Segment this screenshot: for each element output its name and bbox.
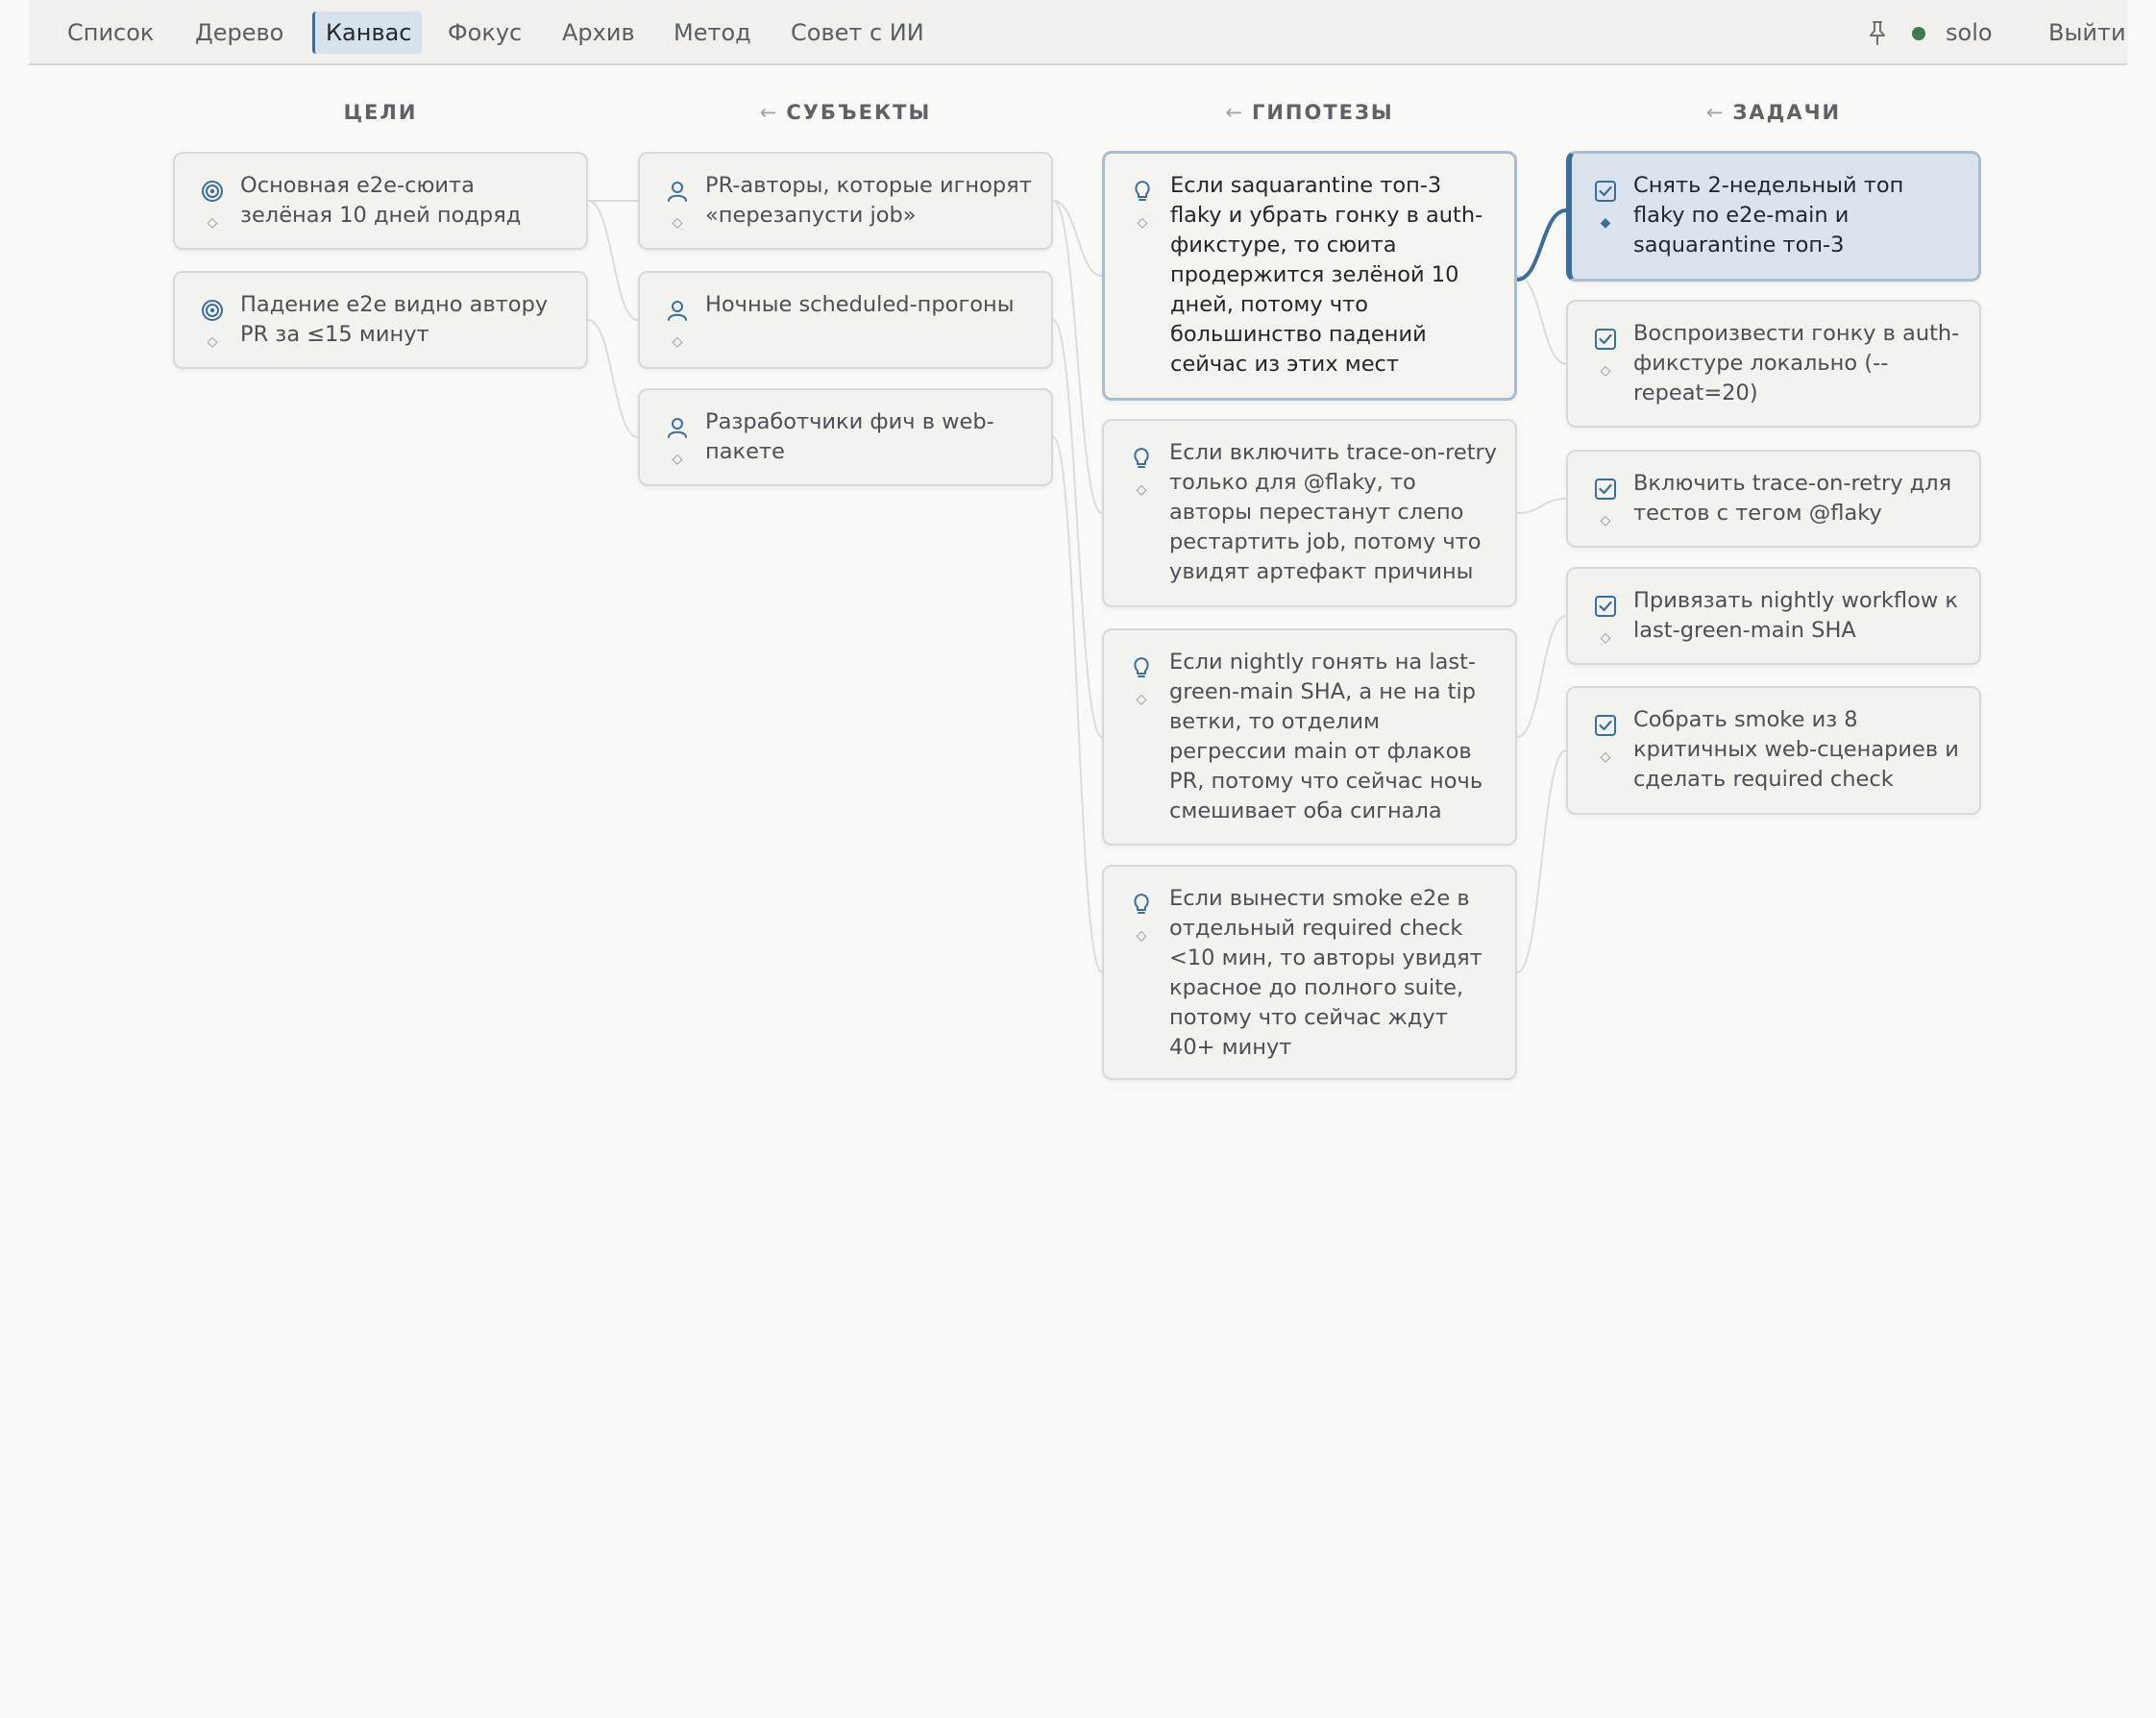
tab-tree[interactable]: Дерево [184,12,294,54]
checkbox-icon [1593,594,1618,619]
diamond-icon[interactable]: ◇ [1598,630,1613,646]
diamond-icon[interactable]: ◇ [670,215,685,231]
column-header-tasks: ← ЗАДАЧИ [1566,96,1981,129]
card-text: Воспроизвести гонку в auth-фикстуре лока… [1633,321,1960,405]
status-indicator [1912,27,1925,40]
column-header-subjects: ← СУБЪЕКТЫ [638,96,1053,129]
subject-card[interactable]: ◇ PR-авторы, которые игнорят «перезапусти… [638,152,1053,250]
tab-archive[interactable]: Архив [551,12,646,54]
tab-ai-advice[interactable]: Совет с ИИ [780,12,935,54]
target-icon [200,179,225,204]
tab-canvas[interactable]: Канвас [312,12,423,54]
column-header-goals: ЦЕЛИ [173,96,588,129]
diamond-icon[interactable]: ◇ [1598,363,1613,379]
user-name: solo [1946,19,1993,46]
card-text: Собрать smoke из 8 критичных web-сценари… [1633,707,1959,792]
target-icon [200,298,225,323]
card-text: Падение e2e видно автору PR за ≤15 минут [240,292,549,347]
column-title: ЗАДАЧИ [1732,101,1842,124]
lightbulb-icon [1129,655,1154,680]
diamond-icon[interactable]: ◇ [670,334,685,350]
arrow-left-icon[interactable]: ← [1706,101,1724,124]
card-text: Снять 2-недельный топ flaky по e2e-main … [1633,173,1904,258]
connection-line [1052,200,1103,277]
diamond-icon[interactable]: ◇ [1598,513,1613,528]
diamond-icon[interactable]: ◇ [1134,928,1149,944]
arrow-left-icon[interactable]: ← [760,101,777,124]
diamond-icon[interactable]: ◇ [1598,749,1613,765]
column-header-hypotheses: ← ГИПОТЕЗЫ [1102,96,1517,129]
person-icon [665,415,690,440]
tab-focus[interactable]: Фокус [437,12,532,54]
column-title: ЦЕЛИ [343,101,418,124]
top-navigation-bar: Список Дерево Канвас Фокус Архив Метод С… [29,0,2127,65]
tab-list[interactable]: Список [57,12,164,54]
subject-card[interactable]: ◇ Ночные scheduled-прогоны [638,271,1053,369]
goal-card[interactable]: ◇ Основная e2e-сюита зелёная 10 дней подр… [173,152,588,250]
arrow-left-icon[interactable]: ← [1225,101,1242,124]
diamond-icon[interactable]: ◇ [205,334,220,350]
hypothesis-card[interactable]: ◇ Если включить trace-on-retry только для… [1102,419,1517,607]
connection-line [587,319,639,438]
connection-line [587,200,639,321]
card-text: Если включить trace-on-retry только для … [1169,440,1498,584]
card-text: Включить trace-on-retry для тестов с тег… [1633,471,1952,526]
connection-line [1516,498,1567,514]
task-card[interactable]: ◇ Включить trace-on-retry для тестов с те… [1566,450,1981,548]
hypothesis-card[interactable]: ◇ Если nightly гонять на last-green-main … [1102,628,1517,846]
task-card[interactable]: ◇ Воспроизвести гонку в auth-фикстуре лок… [1566,300,1981,428]
task-card[interactable]: ◇ Собрать smoke из 8 критичных web-сценар… [1566,686,1981,815]
card-text: Если nightly гонять на last-green-main S… [1169,650,1483,823]
pin-icon[interactable] [1866,19,1889,46]
connection-line [1052,319,1103,738]
tab-method[interactable]: Метод [663,12,762,54]
checkbox-icon [1593,327,1618,352]
connection-line [1052,200,1103,514]
diamond-icon[interactable]: ◇ [670,452,685,467]
task-card[interactable]: ◆ Снять 2-недельный топ flaky по e2e-main… [1566,151,1981,282]
card-text: PR-авторы, которые игнорят «перезапусти … [705,173,1032,228]
card-text: Основная e2e-сюита зелёная 10 дней подря… [240,173,522,228]
active-connection-line [1515,209,1568,282]
checkbox-icon [1593,713,1618,738]
checkbox-icon [1593,179,1618,204]
person-icon [665,298,690,323]
logout-button[interactable]: Выйти [2037,12,2138,54]
diamond-icon[interactable]: ◇ [205,215,220,231]
person-icon [665,179,690,204]
connection-line [1516,615,1567,738]
column-title: ГИПОТЕЗЫ [1251,101,1394,124]
card-text: Привязать nightly workflow к last-green-… [1633,588,1959,643]
card-text: Разработчики фич в web-пакете [705,409,994,464]
subject-card[interactable]: ◇ Разработчики фич в web-пакете [638,388,1053,486]
hypothesis-card[interactable]: ◇ Если saquarantine топ-3 flaky и убрать … [1102,151,1517,401]
diamond-icon[interactable]: ◇ [1134,692,1149,707]
connection-line [1516,749,1567,973]
lightbulb-icon [1129,446,1154,471]
connection-line [1052,436,1103,973]
card-text: Если saquarantine топ-3 flaky и убрать г… [1170,173,1483,377]
goal-card[interactable]: ◇ Падение e2e видно автору PR за ≤15 мину… [173,271,588,369]
card-text: Ночные scheduled-прогоны [705,292,1015,317]
hypothesis-card[interactable]: ◇ Если вынести smoke e2e в отдельный requ… [1102,865,1517,1080]
column-title: СУБЪЕКТЫ [786,101,932,124]
diamond-icon[interactable]: ◇ [1134,482,1149,498]
card-text: Если вынести smoke e2e в отдельный requi… [1169,886,1482,1060]
diamond-icon[interactable]: ◆ [1598,215,1613,231]
diamond-icon[interactable]: ◇ [1135,215,1150,231]
connection-line [1516,275,1567,365]
lightbulb-icon [1129,892,1154,917]
task-card[interactable]: ◇ Привязать nightly workflow к last-green… [1566,567,1981,665]
lightbulb-icon [1130,179,1155,204]
checkbox-icon [1593,477,1618,502]
